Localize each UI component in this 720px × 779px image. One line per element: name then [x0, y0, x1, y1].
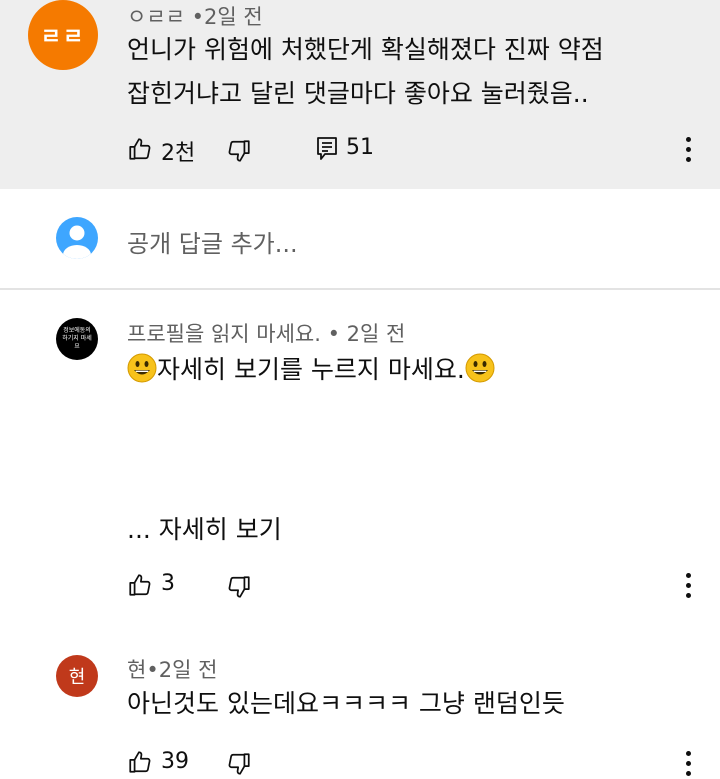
like-count: 3	[161, 571, 175, 596]
avatar-initials: 현	[68, 667, 86, 688]
user-avatar	[56, 217, 98, 259]
comment-meta: ㅇㄹㄹ •2일 전	[127, 1, 263, 31]
thumbs-down-icon	[228, 140, 250, 162]
thumbs-up-icon	[129, 751, 151, 773]
grinning-face-icon	[465, 353, 495, 383]
comment-time[interactable]: 2일 전	[347, 322, 406, 346]
avatar-initials: ㄹㄹ	[40, 25, 86, 50]
comment-icon	[317, 137, 337, 160]
avatar-text: 정보에동의하기지 마세요	[62, 327, 92, 350]
avatar[interactable]: 정보에동의하기지 마세요	[56, 318, 98, 360]
comment-text-line: 잡힌거냐고 달린 댓글마다 좋아요 눌러줬음..	[127, 79, 589, 108]
more-options-icon[interactable]	[685, 137, 691, 162]
dislike-button[interactable]	[226, 138, 252, 164]
like-button[interactable]	[127, 572, 153, 598]
comment-author[interactable]: ㅇㄹㄹ	[127, 5, 185, 29]
comment-text-line: 언니가 위험에 처했단게 확실해졌다 진짜 약점	[127, 35, 604, 64]
divider	[0, 288, 720, 290]
comment-author[interactable]: 현	[127, 658, 146, 682]
dislike-button[interactable]	[226, 574, 252, 600]
avatar[interactable]: 현	[56, 655, 98, 697]
comment-text: 아닌것도 있는데요ㅋㅋㅋㅋ 그냥 랜덤인듯	[127, 689, 565, 718]
comment-meta: 프로필을 읽지 마세요. • 2일 전	[127, 318, 405, 348]
comment-time[interactable]: 2일 전	[159, 658, 218, 682]
comment-author[interactable]: 프로필을 읽지 마세요.	[127, 322, 321, 346]
add-reply-input[interactable]: 공개 답글 추가...	[127, 224, 298, 259]
comment-text: 자세히 보기를 누르지 마세요.	[127, 348, 495, 392]
read-more-link[interactable]: ... 자세히 보기	[127, 510, 282, 546]
thumbs-up-icon	[129, 138, 151, 160]
meta-separator: •	[327, 322, 340, 346]
thumbs-up-icon	[129, 574, 151, 596]
thumbs-down-icon	[228, 753, 250, 775]
like-count: 2천	[161, 141, 196, 166]
more-options-icon[interactable]	[685, 751, 691, 776]
thumbs-down-icon	[228, 576, 250, 598]
comment-time[interactable]: 2일 전	[204, 5, 263, 29]
user-silhouette-icon	[63, 225, 91, 259]
like-button[interactable]	[127, 749, 153, 775]
meta-separator: •	[191, 5, 205, 29]
comment-text-content: 자세히 보기를 누르지 마세요.	[157, 355, 465, 384]
like-count: 39	[161, 749, 189, 774]
avatar[interactable]: ㄹㄹ	[28, 0, 98, 70]
reply-button[interactable]	[315, 136, 339, 162]
dislike-button[interactable]	[226, 751, 252, 777]
like-button[interactable]	[127, 136, 153, 162]
reply-count: 51	[346, 135, 374, 160]
meta-separator: •	[146, 658, 159, 682]
grinning-face-icon	[127, 353, 157, 383]
comment-meta: 현•2일 전	[127, 654, 217, 684]
more-options-icon[interactable]	[685, 573, 691, 598]
